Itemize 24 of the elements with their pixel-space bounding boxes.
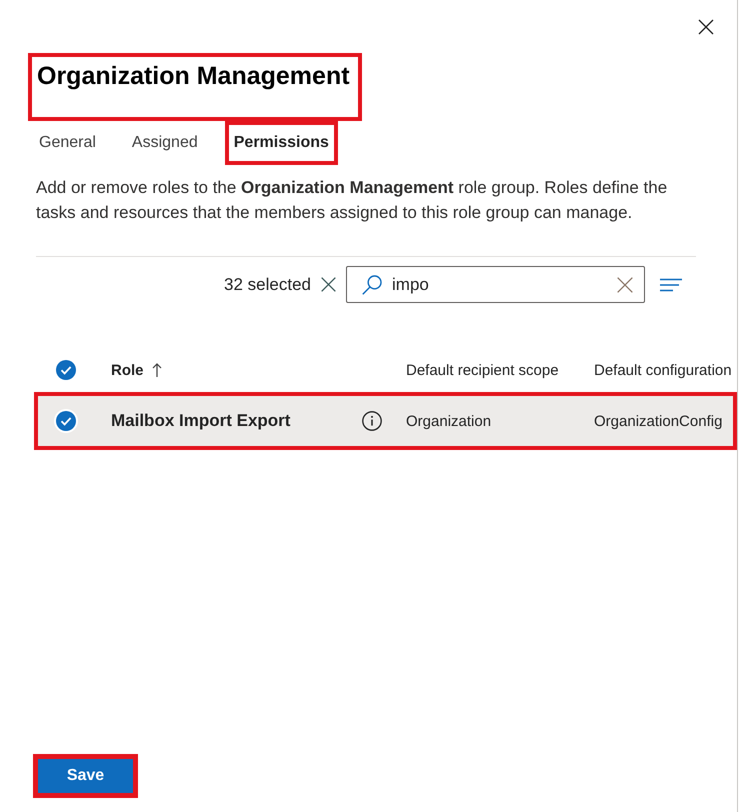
selection-count: 32 selected: [224, 274, 311, 294]
save-button[interactable]: Save: [33, 754, 138, 798]
table-cell: Organization: [406, 412, 492, 430]
close-icon: [698, 19, 714, 35]
column-header[interactable]: Default configuration: [594, 362, 732, 378]
table-row[interactable]: Mailbox Import Export Organization OrganizationConfig: [34, 392, 737, 450]
lines-icon[interactable]: [660, 278, 682, 292]
column-header[interactable]: Default recipient scope: [406, 362, 559, 378]
clear-selection-icon[interactable]: [321, 277, 336, 292]
tab[interactable]: Permissions: [224, 121, 338, 165]
row-checkbox[interactable]: [54, 409, 78, 433]
tab[interactable]: General: [30, 121, 105, 165]
column-header[interactable]: Role: [111, 362, 162, 378]
search-value: impo: [392, 274, 429, 294]
description-text: Add or remove roles to the Organization Management role group. Roles define the tasks and resources that the members assigned to this role group can manage.: [36, 177, 668, 224]
table-cell: OrganizationConfig: [594, 412, 722, 430]
tab[interactable]: Assigned: [122, 121, 207, 165]
search-field[interactable]: impo: [346, 266, 645, 303]
clear-icon[interactable]: [617, 276, 633, 292]
search-icon: [362, 274, 382, 294]
info-icon[interactable]: [362, 411, 382, 431]
role-name: Mailbox Import Export: [111, 411, 290, 431]
select-all-checkbox[interactable]: [56, 360, 76, 380]
panel-title: Organization Management: [28, 53, 362, 121]
